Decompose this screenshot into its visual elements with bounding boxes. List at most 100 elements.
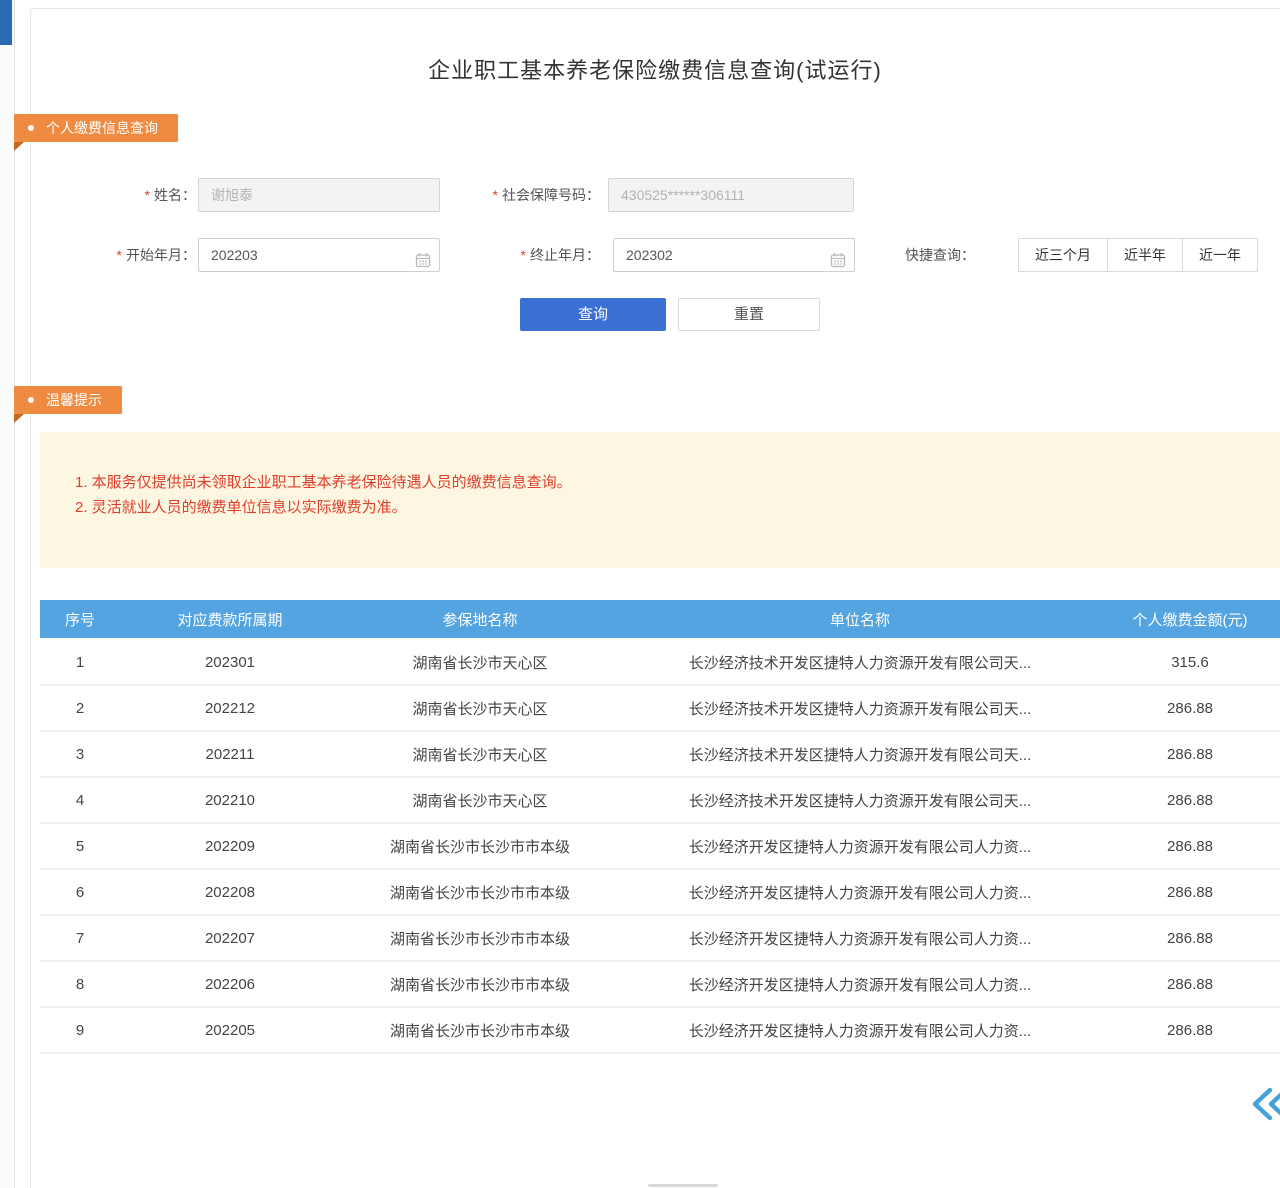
cell-period: 202206 — [120, 976, 340, 993]
cell-seq: 4 — [40, 792, 120, 809]
cell-area: 湖南省长沙市天心区 — [340, 698, 620, 719]
bullet-icon — [28, 397, 34, 403]
bullet-icon — [28, 125, 34, 131]
cell-seq: 9 — [40, 1022, 120, 1039]
cell-area: 湖南省长沙市长沙市市本级 — [340, 974, 620, 995]
end-month-value: 202302 — [626, 247, 673, 263]
horizontal-scrollbar-thumb[interactable] — [648, 1184, 718, 1187]
cell-amount: 315.6 — [1100, 654, 1280, 671]
cell-area: 湖南省长沙市天心区 — [340, 744, 620, 765]
notice-box: 1. 本服务仅提供尚未领取企业职工基本养老保险待遇人员的缴费信息查询。 2. 灵… — [40, 432, 1280, 568]
cell-seq: 8 — [40, 976, 120, 993]
cell-area: 湖南省长沙市天心区 — [340, 652, 620, 673]
column-header: 参保地名称 — [340, 609, 620, 630]
cell-company: 长沙经济技术开发区捷特人力资源开发有限公司天... — [620, 698, 1100, 719]
cell-area: 湖南省长沙市长沙市市本级 — [340, 928, 620, 949]
name-field[interactable]: 谢旭泰 — [198, 178, 440, 212]
cell-amount: 286.88 — [1100, 1022, 1280, 1039]
cell-amount: 286.88 — [1100, 838, 1280, 855]
calendar-icon[interactable] — [415, 247, 431, 279]
double-left-chevron-icon[interactable] — [1248, 1082, 1280, 1126]
cell-period: 202207 — [120, 930, 340, 947]
sidebar-blue-block — [0, 0, 12, 45]
quick-btn-3months[interactable]: 近三个月 — [1018, 238, 1108, 272]
table-row: 7202207湖南省长沙市长沙市市本级长沙经济开发区捷特人力资源开发有限公司人力… — [40, 916, 1280, 962]
ssn-label: *社会保障号码： — [440, 178, 600, 212]
ssn-value: 430525******306111 — [621, 187, 745, 203]
table-row: 8202206湖南省长沙市长沙市市本级长沙经济开发区捷特人力资源开发有限公司人力… — [40, 962, 1280, 1008]
cell-seq: 6 — [40, 884, 120, 901]
table-row: 5202209湖南省长沙市长沙市市本级长沙经济开发区捷特人力资源开发有限公司人力… — [40, 824, 1280, 870]
column-header: 个人缴费金额(元) — [1100, 609, 1280, 630]
quick-btn-1year[interactable]: 近一年 — [1182, 238, 1258, 272]
required-mark: * — [145, 187, 150, 203]
results-table: 序号对应费款所属期参保地名称单位名称个人缴费金额(元) 1202301湖南省长沙… — [40, 600, 1280, 1054]
cell-amount: 286.88 — [1100, 700, 1280, 717]
cell-company: 长沙经济开发区捷特人力资源开发有限公司人力资... — [620, 882, 1100, 903]
start-month-field[interactable]: 202203 — [198, 238, 440, 272]
cell-amount: 286.88 — [1100, 884, 1280, 901]
cell-company: 长沙经济开发区捷特人力资源开发有限公司人力资... — [620, 1020, 1100, 1041]
cell-period: 202210 — [120, 792, 340, 809]
end-month-field[interactable]: 202302 — [613, 238, 855, 272]
notice-line: 1. 本服务仅提供尚未领取企业职工基本养老保险待遇人员的缴费信息查询。 — [75, 470, 572, 495]
cell-area: 湖南省长沙市长沙市市本级 — [340, 836, 620, 857]
cell-area: 湖南省长沙市长沙市市本级 — [340, 882, 620, 903]
cell-amount: 286.88 — [1100, 930, 1280, 947]
cell-period: 202209 — [120, 838, 340, 855]
cell-seq: 7 — [40, 930, 120, 947]
table-row: 4202210湖南省长沙市天心区长沙经济技术开发区捷特人力资源开发有限公司天..… — [40, 778, 1280, 824]
notice-line: 2. 灵活就业人员的缴费单位信息以实际缴费为准。 — [75, 495, 407, 520]
cell-seq: 3 — [40, 746, 120, 763]
cell-period: 202212 — [120, 700, 340, 717]
cell-company: 长沙经济技术开发区捷特人力资源开发有限公司天... — [620, 790, 1100, 811]
table-row: 9202205湖南省长沙市长沙市市本级长沙经济开发区捷特人力资源开发有限公司人力… — [40, 1008, 1280, 1054]
required-mark: * — [521, 247, 526, 263]
quick-query-label: 快捷查询： — [905, 238, 1010, 272]
section-badge-label: 温馨提示 — [46, 390, 102, 410]
table-row: 3202211湖南省长沙市天心区长沙经济技术开发区捷特人力资源开发有限公司天..… — [40, 732, 1280, 778]
quick-btn-halfyear[interactable]: 近半年 — [1107, 238, 1183, 272]
ssn-field[interactable]: 430525******306111 — [608, 178, 854, 212]
column-header: 对应费款所属期 — [120, 609, 340, 630]
cell-period: 202301 — [120, 654, 340, 671]
table-body: 1202301湖南省长沙市天心区长沙经济技术开发区捷特人力资源开发有限公司天..… — [40, 640, 1280, 1054]
table-row: 6202208湖南省长沙市长沙市市本级长沙经济开发区捷特人力资源开发有限公司人力… — [40, 870, 1280, 916]
cell-company: 长沙经济开发区捷特人力资源开发有限公司人力资... — [620, 836, 1100, 857]
required-mark: * — [493, 187, 498, 203]
name-label: *姓名： — [60, 178, 196, 212]
cell-seq: 2 — [40, 700, 120, 717]
table-header-row: 序号对应费款所属期参保地名称单位名称个人缴费金额(元) — [40, 600, 1280, 638]
quick-query-group: 近三个月 近半年 近一年 — [1018, 238, 1258, 272]
table-row: 2202212湖南省长沙市天心区长沙经济技术开发区捷特人力资源开发有限公司天..… — [40, 686, 1280, 732]
column-header: 序号 — [40, 609, 120, 630]
section-badge-tips: 温馨提示 — [14, 386, 122, 414]
cell-amount: 286.88 — [1100, 792, 1280, 809]
cell-period: 202205 — [120, 1022, 340, 1039]
cell-company: 长沙经济技术开发区捷特人力资源开发有限公司天... — [620, 744, 1100, 765]
start-month-value: 202203 — [211, 247, 258, 263]
pension-query-page: 企业职工基本养老保险缴费信息查询(试运行) 个人缴费信息查询 *姓名： 谢旭泰 … — [0, 0, 1280, 1188]
cell-period: 202208 — [120, 884, 340, 901]
end-month-label: *终止年月： — [440, 238, 600, 272]
cell-area: 湖南省长沙市天心区 — [340, 790, 620, 811]
left-sidebar-edge — [0, 0, 15, 1188]
reset-button[interactable]: 重置 — [678, 298, 820, 331]
section-badge-personal-query: 个人缴费信息查询 — [14, 114, 178, 142]
cell-seq: 1 — [40, 654, 120, 671]
section-badge-label: 个人缴费信息查询 — [46, 118, 158, 138]
required-mark: * — [117, 247, 122, 263]
table-row: 1202301湖南省长沙市天心区长沙经济技术开发区捷特人力资源开发有限公司天..… — [40, 640, 1280, 686]
cell-company: 长沙经济开发区捷特人力资源开发有限公司人力资... — [620, 928, 1100, 949]
cell-seq: 5 — [40, 838, 120, 855]
name-value: 谢旭泰 — [211, 187, 253, 203]
cell-amount: 286.88 — [1100, 746, 1280, 763]
page-title: 企业职工基本养老保险缴费信息查询(试运行) — [30, 56, 1280, 86]
cell-amount: 286.88 — [1100, 976, 1280, 993]
start-month-label: *开始年月： — [60, 238, 196, 272]
calendar-icon[interactable] — [830, 247, 846, 279]
cell-company: 长沙经济开发区捷特人力资源开发有限公司人力资... — [620, 974, 1100, 995]
cell-area: 湖南省长沙市长沙市市本级 — [340, 1020, 620, 1041]
cell-company: 长沙经济技术开发区捷特人力资源开发有限公司天... — [620, 652, 1100, 673]
query-button[interactable]: 查询 — [520, 298, 666, 331]
